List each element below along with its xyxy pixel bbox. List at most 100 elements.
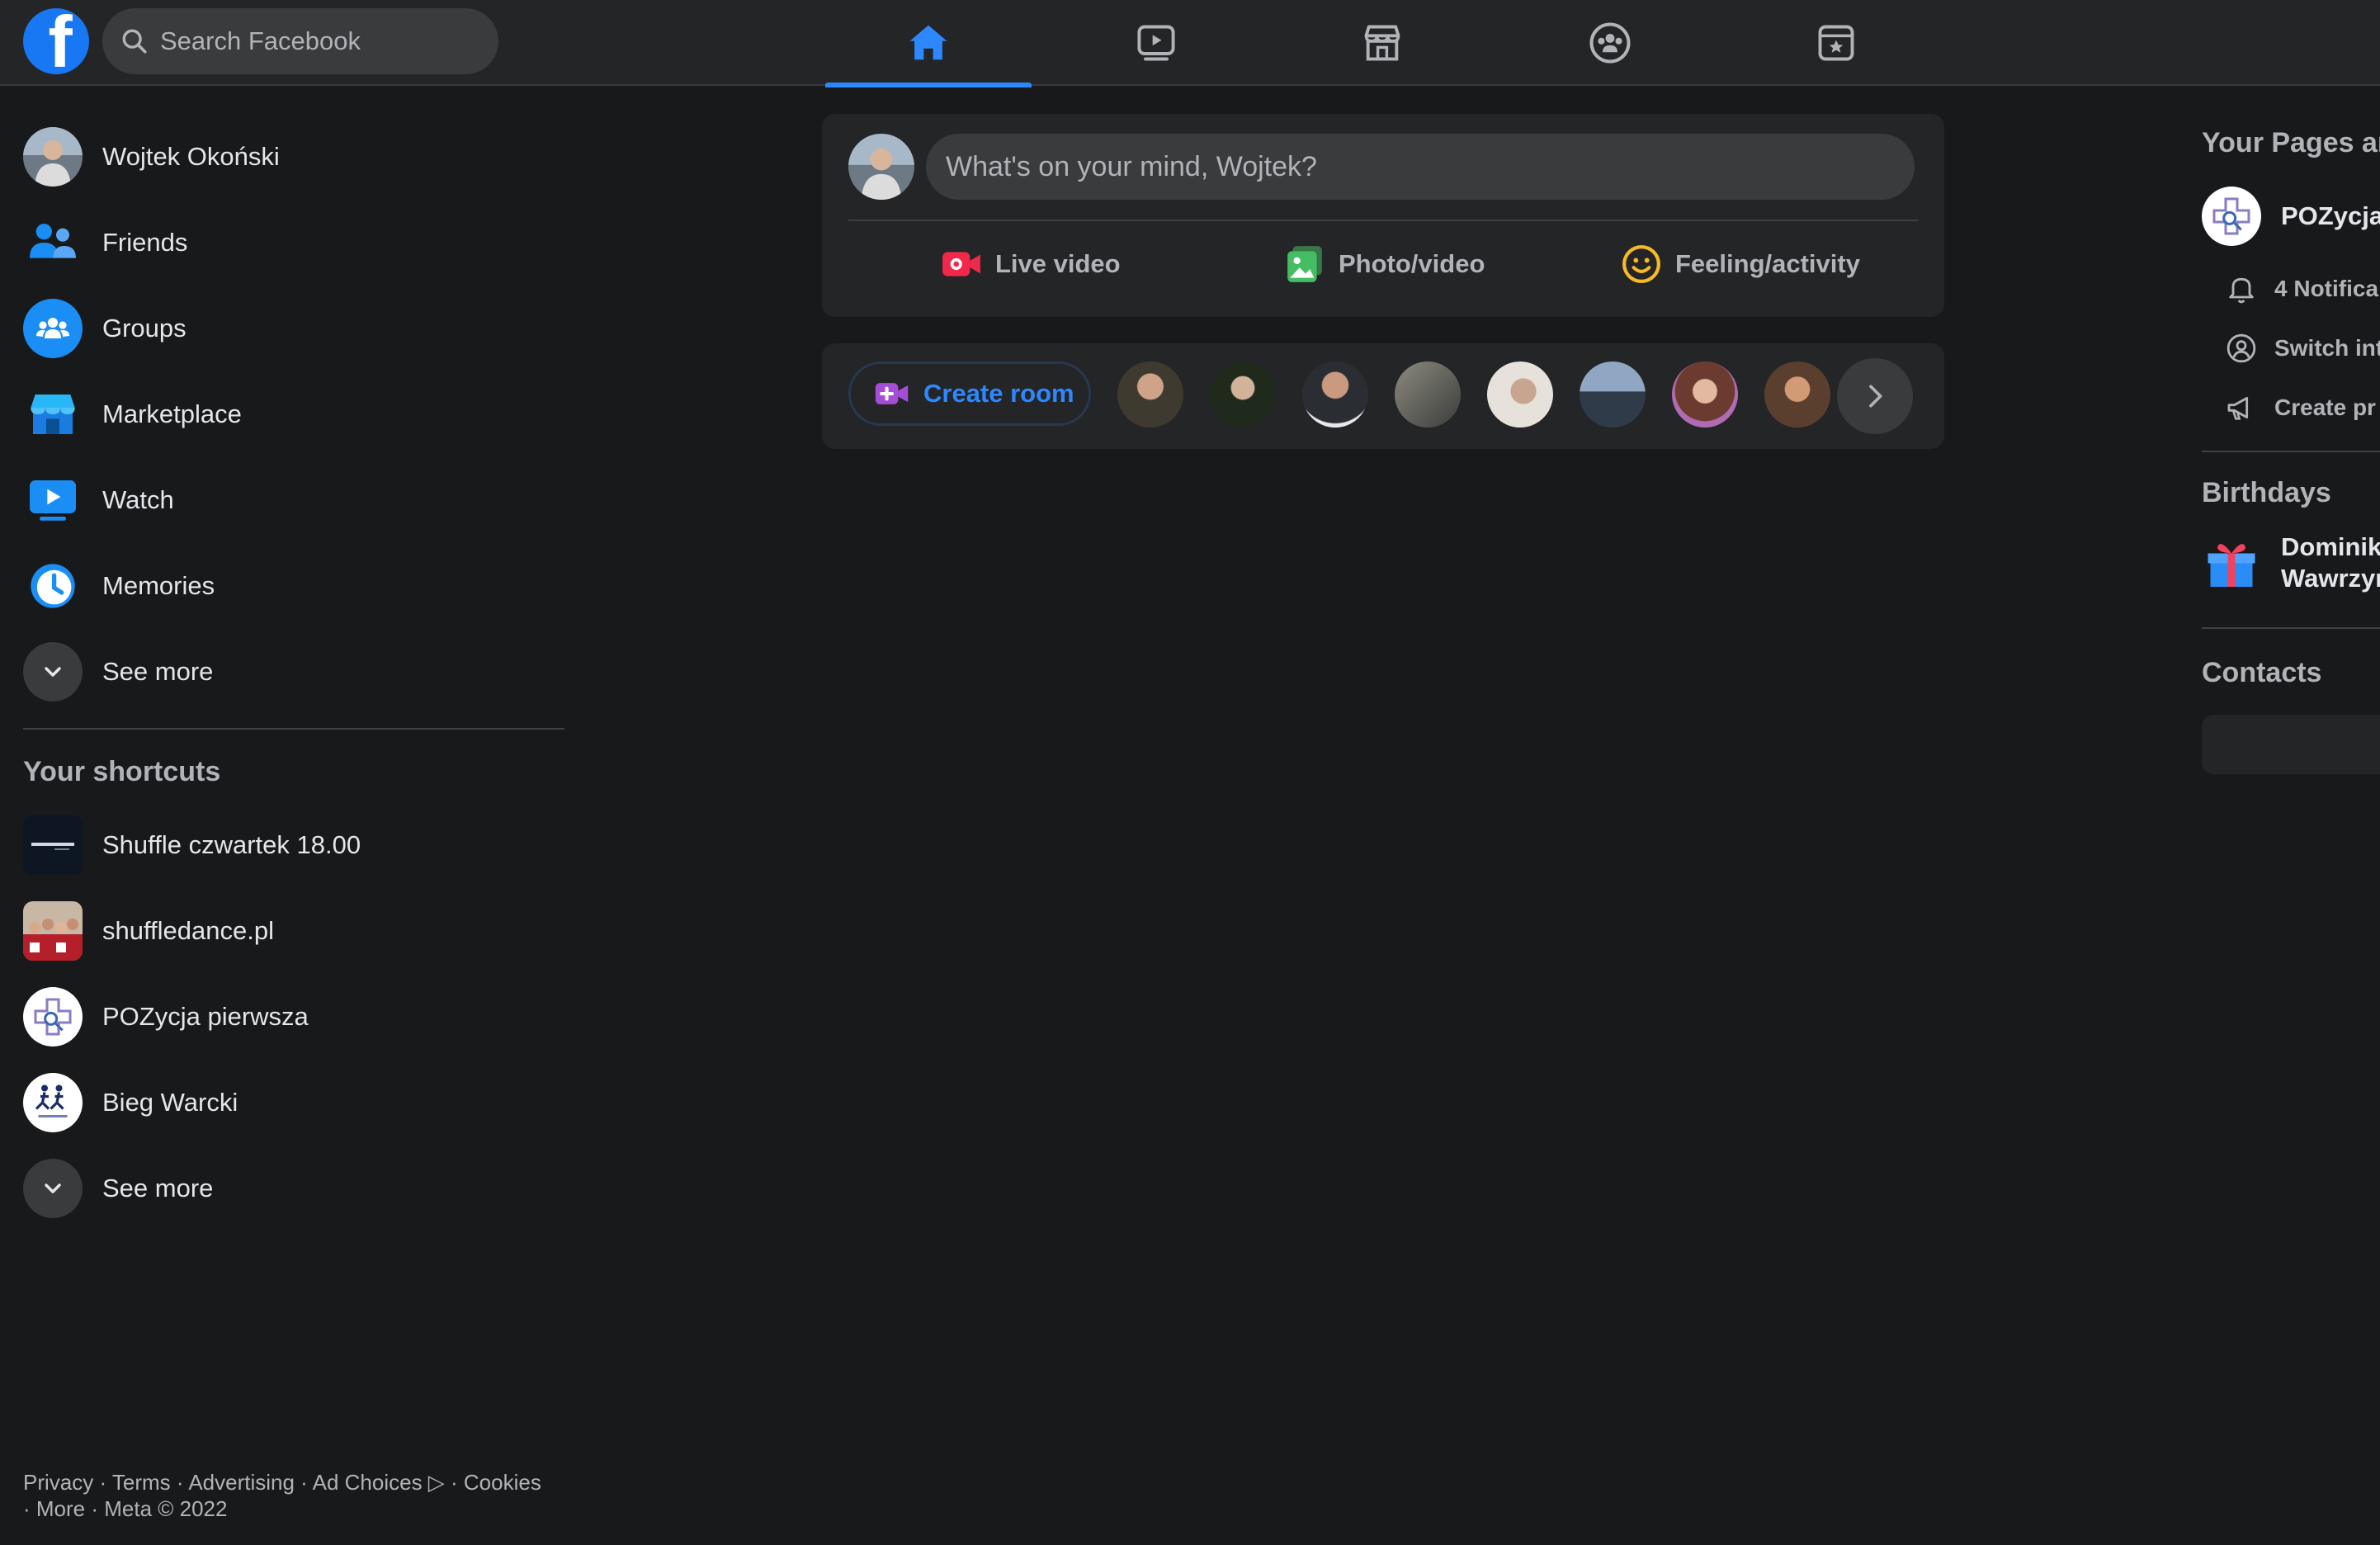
groups-icon	[1589, 22, 1631, 64]
tab-watch[interactable]	[1053, 0, 1259, 86]
profile-avatar	[23, 127, 83, 187]
composer-avatar[interactable]	[848, 134, 914, 200]
footer-line[interactable]: · More · Meta © 2022	[23, 1495, 584, 1522]
right-divider	[2202, 451, 2380, 452]
photo-video-button[interactable]: Photo/video	[1284, 238, 1485, 291]
smiley-icon	[1622, 245, 1660, 283]
shortcut-label: Bieg Warcki	[102, 1088, 238, 1117]
contacts-search-box[interactable]	[2202, 715, 2380, 774]
sidebar-item-marketplace[interactable]: Marketplace	[23, 381, 242, 447]
sidebar-item-groups[interactable]: Groups	[23, 295, 187, 361]
video-plus-icon	[875, 383, 909, 404]
sidebar-item-label: Friends	[102, 228, 188, 257]
composer-placeholder: What's on your mind, Wojtek?	[946, 150, 1317, 182]
marketplace-icon	[23, 385, 83, 444]
live-video-icon	[942, 252, 980, 276]
create-room-button[interactable]: Create room	[848, 361, 1091, 426]
sidebar-item-watch[interactable]: Watch	[23, 467, 174, 533]
sidebar-item-label: Marketplace	[102, 399, 242, 428]
sidebar-item-label: Memories	[102, 571, 215, 600]
room-contact-avatar[interactable]	[1117, 361, 1183, 428]
friends-icon	[23, 213, 83, 272]
video-play-icon	[1137, 25, 1175, 61]
photo-video-label: Photo/video	[1339, 249, 1485, 278]
profile-switch-icon	[2227, 333, 2256, 363]
sidebar-item-friends[interactable]: Friends	[23, 210, 187, 276]
sidebar-see-more[interactable]: See more	[23, 639, 213, 705]
store-icon	[1364, 25, 1400, 61]
feeling-activity-label: Feeling/activity	[1675, 249, 1860, 278]
rooms-next-button[interactable]	[1837, 358, 1913, 434]
gaming-icon	[1818, 25, 1854, 61]
room-contact-avatar[interactable]	[1672, 361, 1738, 428]
shortcuts-see-more[interactable]: See more	[23, 1155, 213, 1221]
sidebar-item-label: Watch	[102, 485, 174, 514]
chevron-right-icon	[1869, 385, 1882, 408]
shortcut-item[interactable]: Bieg Warcki	[23, 1070, 238, 1136]
sidebar-item-label: Groups	[102, 314, 187, 343]
right-divider	[2202, 627, 2380, 629]
bieg-warcki-logo-icon	[23, 1073, 83, 1132]
facebook-logo-letter: f	[48, 8, 73, 74]
live-video-label: Live video	[995, 249, 1121, 278]
shortcut-thumbnail	[23, 901, 83, 961]
home-icon	[909, 25, 947, 60]
shortcut-thumbnail	[23, 815, 83, 875]
room-contact-avatar[interactable]	[1210, 361, 1276, 428]
search-placeholder: Search Facebook	[160, 26, 361, 55]
sidebar-item-memories[interactable]: Memories	[23, 553, 215, 619]
room-contact-avatar[interactable]	[1302, 361, 1368, 428]
room-contact-avatar[interactable]	[1395, 361, 1461, 428]
page-name: POZycja	[2281, 201, 2380, 230]
chevron-down-icon	[23, 1159, 83, 1218]
room-contact-avatar[interactable]	[1487, 361, 1553, 428]
shortcut-label: Shuffle czwartek 18.00	[102, 830, 361, 859]
tab-gaming[interactable]	[1733, 0, 1939, 86]
bell-icon	[2229, 277, 2254, 304]
whats-on-your-mind-input[interactable]: What's on your mind, Wojtek?	[926, 134, 1915, 200]
shortcut-item[interactable]: POZycja pierwsza	[23, 984, 309, 1050]
tab-home[interactable]	[825, 0, 1032, 87]
shortcut-item[interactable]: Shuffle czwartek 18.00	[23, 812, 361, 878]
footer-links[interactable]: Privacy · Terms · Advertising · Ad Choic…	[23, 1469, 584, 1522]
pozycja-logo-icon	[23, 987, 83, 1047]
footer-line[interactable]: Privacy · Terms · Advertising · Ad Choic…	[23, 1469, 584, 1495]
rooms-bar: Create room	[822, 343, 1944, 449]
shortcuts-title: Your shortcuts	[23, 756, 221, 787]
composer-divider	[848, 220, 1918, 221]
page-item[interactable]: POZycja	[2202, 187, 2380, 246]
page-notifications-link[interactable]: 4 Notifica	[2225, 272, 2378, 305]
birthday-name: Dominik	[2281, 532, 2380, 561]
shortcut-item[interactable]: shuffledance.pl	[23, 898, 274, 964]
birthday-name-continued: Wawrzyn	[2281, 564, 2380, 593]
shortcut-label: shuffledance.pl	[102, 916, 274, 945]
room-contact-avatar[interactable]	[1580, 361, 1646, 428]
create-promotion-link[interactable]: Create pr	[2225, 391, 2376, 424]
watch-icon	[23, 470, 83, 530]
facebook-logo[interactable]: f	[23, 8, 89, 74]
feeling-activity-button[interactable]: Feeling/activity	[1621, 238, 1860, 291]
photo-icon	[1287, 246, 1322, 282]
right-sidebar: Your Pages ar POZycja 4 Notifica Switch …	[2202, 86, 2380, 1545]
page-action-label: Create pr	[2274, 395, 2376, 420]
search-input[interactable]: Search Facebook	[102, 8, 498, 74]
sidebar-divider	[23, 728, 564, 730]
birthdays-title: Birthdays	[2202, 477, 2331, 508]
your-pages-title: Your Pages ar	[2202, 127, 2380, 158]
profile-name: Wojtek Okoński	[102, 142, 280, 171]
live-video-button[interactable]: Live video	[941, 238, 1121, 291]
create-room-label: Create room	[923, 379, 1074, 408]
room-contact-avatar[interactable]	[1764, 361, 1830, 428]
page-action-label: Switch int	[2274, 335, 2380, 361]
tab-marketplace[interactable]	[1279, 0, 1485, 86]
birthday-item[interactable]: Dominik Wawrzyn	[2202, 532, 2380, 594]
switch-into-page-link[interactable]: Switch int	[2225, 332, 2380, 365]
groups-icon	[23, 299, 83, 358]
see-more-label: See more	[102, 657, 214, 686]
chevron-down-icon	[23, 642, 83, 702]
pozycja-page-logo-icon	[2202, 187, 2261, 246]
tab-groups[interactable]	[1507, 0, 1713, 86]
sidebar-item-profile[interactable]: Wojtek Okoński	[23, 124, 280, 190]
see-more-label: See more	[102, 1174, 214, 1202]
shortcut-label: POZycja pierwsza	[102, 1002, 309, 1031]
